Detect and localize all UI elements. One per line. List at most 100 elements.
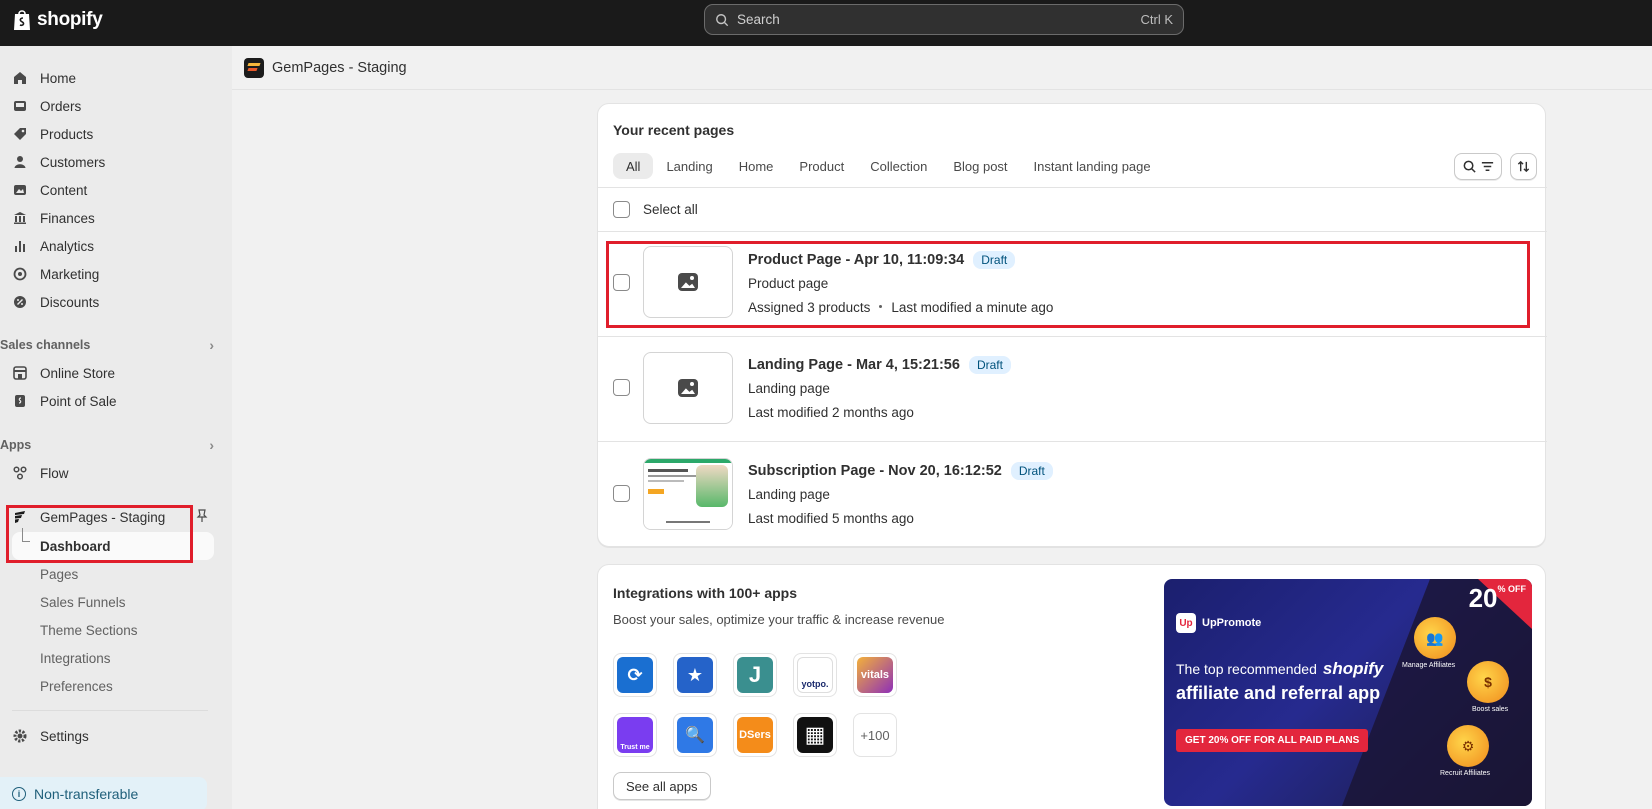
tab-all[interactable]: All xyxy=(613,153,654,179)
app-tile-search[interactable]: 🔍 xyxy=(673,713,717,757)
shopify-wordmark: shopify xyxy=(1322,659,1384,678)
card-title: Your recent pages xyxy=(613,122,735,138)
home-icon xyxy=(12,70,28,86)
sidebar-item-home[interactable]: Home xyxy=(12,65,214,91)
uppromote-logo: Up UpPromote xyxy=(1176,613,1261,633)
grid-app-icon: ▦ xyxy=(797,717,833,753)
yotpo-icon: yotpo. xyxy=(797,657,833,693)
store-icon xyxy=(12,365,28,381)
last-modified: Last modified 2 months ago xyxy=(748,405,914,420)
sidebar-item-customers[interactable]: Customers xyxy=(12,149,214,175)
search-filter-button[interactable] xyxy=(1454,153,1502,180)
sidebar: Home Orders Products Customers Content F… xyxy=(0,46,232,809)
sidebar-item-label: Content xyxy=(40,182,88,198)
gear-icon xyxy=(12,728,28,744)
sidebar-subitem-integrations[interactable]: Integrations xyxy=(40,651,111,666)
target-icon xyxy=(12,266,28,282)
app-tile-trustme[interactable]: Trust me xyxy=(613,713,657,757)
page-thumbnail[interactable] xyxy=(643,352,733,424)
sidebar-item-flow[interactable]: Flow xyxy=(12,460,214,486)
app-tile-yotpo[interactable]: yotpo. xyxy=(793,653,837,697)
app-tile-grid[interactable]: ▦ xyxy=(793,713,837,757)
tag-icon xyxy=(12,126,28,142)
pin-icon[interactable] xyxy=(195,509,209,526)
uppromote-banner[interactable]: 20% OFF Up UpPromote The top recommended… xyxy=(1164,579,1532,806)
sidebar-item-label: Orders xyxy=(40,98,82,114)
discount-label: 20% OFF xyxy=(1468,583,1526,613)
apps-header[interactable]: Apps › xyxy=(0,437,214,453)
sidebar-subitem-theme-sections[interactable]: Theme Sections xyxy=(40,623,138,638)
info-icon: i xyxy=(12,787,26,801)
status-badge: Draft xyxy=(1010,462,1053,480)
sidebar-item-marketing[interactable]: Marketing xyxy=(12,261,214,287)
integrations-title: Integrations with 100+ apps xyxy=(613,585,797,601)
bank-icon xyxy=(12,210,28,226)
sidebar-item-label: Marketing xyxy=(40,266,100,282)
sidebar-item-orders[interactable]: Orders xyxy=(12,93,214,119)
flow-icon xyxy=(12,465,28,481)
non-transferable-banner[interactable]: i Non-transferable xyxy=(0,777,207,809)
sidebar-item-point-of-sale[interactable]: Point of Sale xyxy=(12,388,214,414)
sales-channels-header[interactable]: Sales channels › xyxy=(0,337,214,353)
sidebar-item-label: Analytics xyxy=(40,238,95,254)
row-checkbox[interactable] xyxy=(613,379,630,396)
app-tile-judgeme[interactable]: J xyxy=(733,653,777,697)
feature-label: Boost sales xyxy=(1472,706,1509,713)
page-title[interactable]: Landing Page - Mar 4, 15:21:56 Draft xyxy=(748,356,1011,374)
gempages-logo-icon xyxy=(244,57,264,78)
brand-name: shopify xyxy=(37,9,103,30)
app-tile-dsers[interactable]: DSers xyxy=(733,713,777,757)
top-bar: shopify Search Ctrl K xyxy=(0,0,1652,46)
tab-blog-post[interactable]: Blog post xyxy=(940,153,1020,179)
app-tile-judge[interactable]: ★ xyxy=(673,653,717,697)
sidebar-item-label: Flow xyxy=(40,465,69,481)
sidebar-subitem-sales-funnels[interactable]: Sales Funnels xyxy=(40,595,126,610)
sidebar-item-content[interactable]: Content xyxy=(12,177,214,203)
page-type: Landing page xyxy=(748,381,830,396)
page-thumbnail[interactable] xyxy=(643,458,733,530)
bar-chart-icon xyxy=(12,238,28,254)
table-row[interactable]: Landing Page - Mar 4, 15:21:56 Draft Lan… xyxy=(598,337,1547,441)
tab-instant-landing-page[interactable]: Instant landing page xyxy=(1021,153,1164,179)
row-checkbox[interactable] xyxy=(613,485,630,502)
banner-top-line: The top recommended shopify xyxy=(1176,659,1384,678)
sidebar-item-label: Home xyxy=(40,70,77,86)
tab-collection[interactable]: Collection xyxy=(857,153,940,179)
integrations-card: Integrations with 100+ apps Boost your s… xyxy=(597,564,1546,809)
sidebar-item-label: Point of Sale xyxy=(40,393,117,409)
sidebar-item-settings[interactable]: Settings xyxy=(12,723,214,749)
pos-icon xyxy=(12,393,28,409)
sidebar-subitem-pages[interactable]: Pages xyxy=(40,567,78,582)
app-header: GemPages - Staging xyxy=(232,46,1652,90)
tab-product[interactable]: Product xyxy=(786,153,857,179)
see-all-apps-button[interactable]: See all apps xyxy=(613,772,711,800)
page-preview-image xyxy=(644,459,732,529)
feature-label: Manage Affiliates xyxy=(1402,662,1456,669)
discount-icon xyxy=(12,294,28,310)
sidebar-item-products[interactable]: Products xyxy=(12,121,214,147)
tab-home[interactable]: Home xyxy=(726,153,787,179)
judgeme-icon: J xyxy=(737,657,773,693)
search-bar[interactable]: Search Ctrl K xyxy=(704,4,1184,35)
app-tile-recharge[interactable]: ⟳ xyxy=(613,653,657,697)
shopify-logo[interactable]: shopify xyxy=(12,8,103,32)
sidebar-item-online-store[interactable]: Online Store xyxy=(12,360,214,386)
tab-landing[interactable]: Landing xyxy=(653,153,725,179)
table-row[interactable]: Subscription Page - Nov 20, 16:12:52 Dra… xyxy=(598,442,1547,546)
app-title: GemPages - Staging xyxy=(272,59,407,76)
inbox-icon xyxy=(12,98,28,114)
more-apps-tile[interactable]: +100 xyxy=(853,713,897,757)
app-tile-vitals[interactable]: vitals xyxy=(853,653,897,697)
sort-button[interactable] xyxy=(1510,153,1537,180)
sidebar-item-finances[interactable]: Finances xyxy=(12,205,214,231)
select-all-checkbox[interactable] xyxy=(613,201,630,218)
banner-cta-button[interactable]: GET 20% OFF FOR ALL PAID PLANS xyxy=(1176,729,1369,752)
sidebar-item-discounts[interactable]: Discounts xyxy=(12,289,214,315)
table-row[interactable]: Product Page - Apr 10, 11:09:34 Draft Pr… xyxy=(598,232,1547,332)
sidebar-item-analytics[interactable]: Analytics xyxy=(12,233,214,259)
star-badge-icon: ★ xyxy=(677,657,713,693)
highlight-box xyxy=(6,505,193,563)
sidebar-subitem-preferences[interactable]: Preferences xyxy=(40,679,113,694)
sidebar-divider xyxy=(12,710,208,711)
page-title[interactable]: Subscription Page - Nov 20, 16:12:52 Dra… xyxy=(748,462,1053,480)
